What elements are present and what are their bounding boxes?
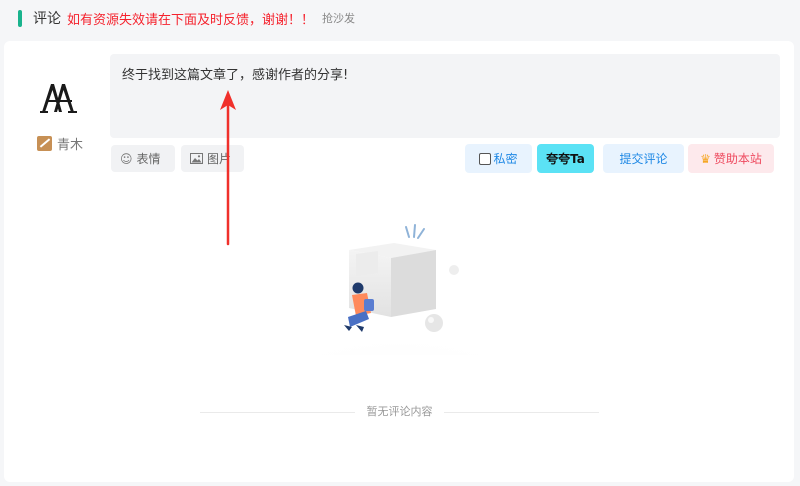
- submit-comment-button[interactable]: 提交评论: [603, 144, 684, 173]
- username: 青木: [37, 134, 83, 153]
- user-badge-icon: [37, 136, 52, 151]
- checkbox-box[interactable]: [479, 152, 492, 165]
- sofa-label: 抢沙发: [322, 12, 356, 25]
- comment-title: 评论: [33, 11, 61, 27]
- picture-icon: [190, 153, 203, 164]
- qm-logo-avatar: [40, 84, 77, 113]
- header-accent-bar: [18, 9, 22, 27]
- sponsor-label: 赞助本站: [713, 152, 762, 166]
- red-arrow-annotation: [220, 90, 236, 246]
- sponsor-button[interactable]: ♛ 赞助本站: [688, 144, 774, 173]
- emoji-button[interactable]: ☺ 表情: [111, 145, 175, 172]
- private-label: 私密: [493, 152, 518, 166]
- empty-state-text: 暂无评论内容: [366, 405, 433, 418]
- username-text: 青木: [57, 138, 84, 153]
- submit-label: 提交评论: [619, 152, 668, 166]
- emoji-label: 表情: [136, 152, 161, 166]
- feedback-notice: 如有资源失效请在下面及时反馈，谢谢！！: [67, 12, 315, 28]
- smile-icon: ☺: [120, 151, 133, 166]
- empty-state-illustration: [275, 224, 525, 355]
- praise-button[interactable]: 夸夸Ta: [537, 144, 594, 173]
- empty-divider-left: [200, 412, 355, 413]
- crown-icon: ♛: [700, 151, 711, 166]
- empty-divider-right: [444, 412, 599, 413]
- comment-header: 评论 如有资源失效请在下面及时反馈，谢谢！！ 抢沙发: [18, 8, 355, 28]
- praise-label: 夸夸Ta: [546, 152, 585, 166]
- private-checkbox[interactable]: 私密: [465, 144, 532, 173]
